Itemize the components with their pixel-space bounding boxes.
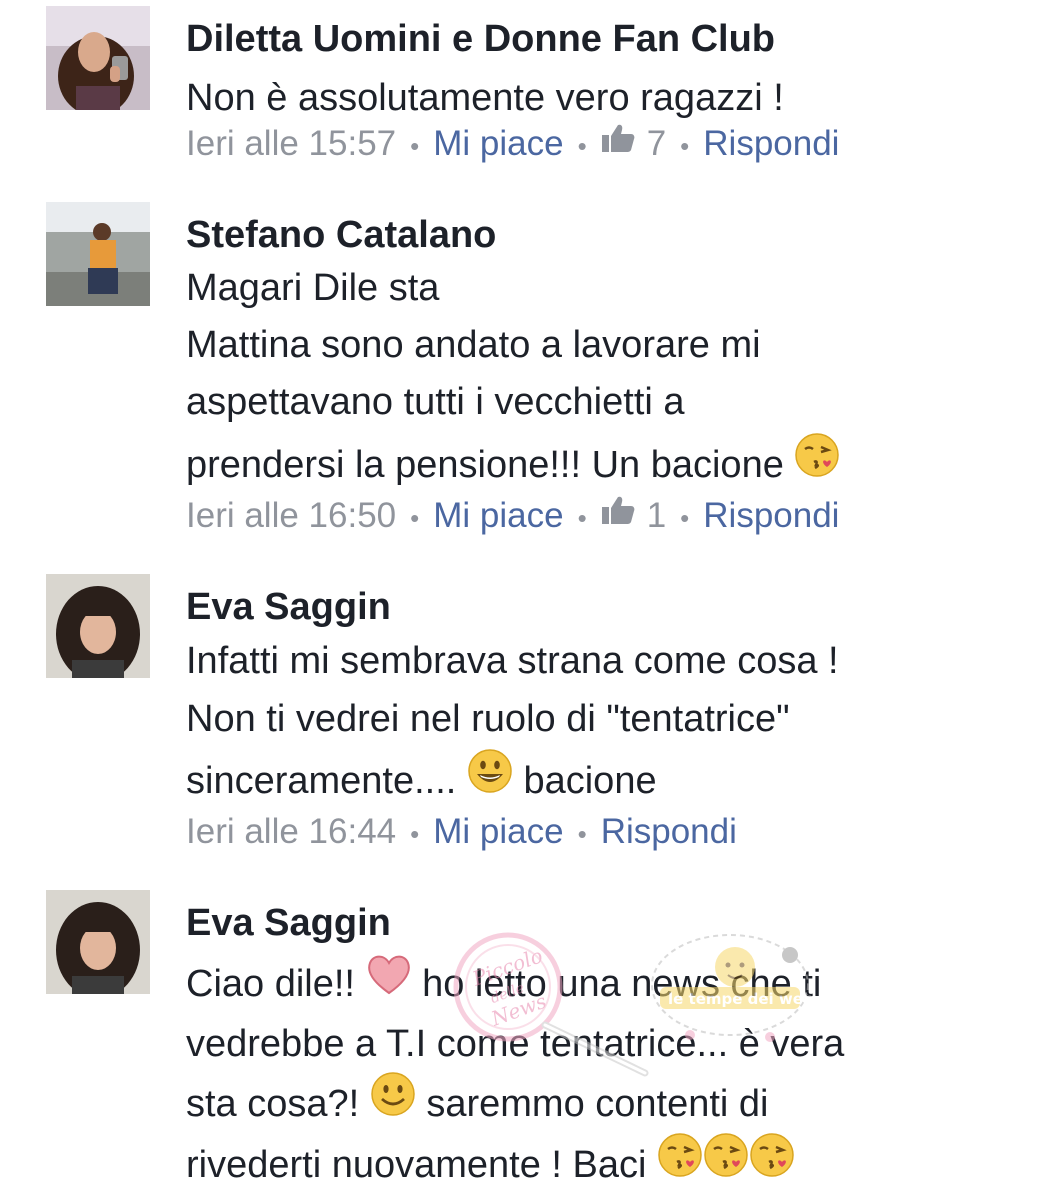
comment-text-line: Infatti mi sembrava strana come cosa ! — [186, 640, 839, 682]
reply-button[interactable]: Rispondi — [703, 496, 839, 535]
comment-actions: Ieri alle 16:50 • Mi piace • 1 • Rispondi — [186, 494, 839, 540]
grinning-face-icon — [467, 748, 513, 811]
comment-author[interactable]: Eva Saggin — [186, 584, 391, 630]
comment-text-line: rivederti nuovamente ! Baci — [186, 1132, 1006, 1196]
comment-text-line: Mattina sono andato a lavorare mi — [186, 324, 761, 366]
comment-author[interactable]: Eva Saggin — [186, 900, 391, 946]
comment-text-line: sinceramente.... bacione — [186, 749, 1006, 811]
like-button[interactable]: Mi piace — [433, 812, 563, 851]
comment-text-line: sta cosa?! saremmo contenti di — [186, 1071, 1006, 1135]
profile-photo-icon — [46, 890, 150, 994]
comment-text-line: aspettavano tutti i vecchietti a — [186, 381, 685, 423]
kiss-face-icon — [703, 1132, 749, 1196]
comment-text-fragment: bacione — [523, 760, 657, 802]
comment-text-fragment: saremmo contenti di — [426, 1083, 769, 1125]
separator-dot: • — [410, 818, 420, 849]
separator-dot: • — [577, 502, 587, 533]
comment-text-line: vedrebbe a T.I come tentatrice... è vera — [186, 1023, 845, 1065]
comment-text: Magari Dile sta Mattina sono andato a la… — [186, 260, 1006, 495]
kiss-face-icon — [749, 1132, 795, 1196]
comment-text-fragment: ho letto una news che ti — [422, 963, 822, 1005]
timestamp[interactable]: Ieri alle 15:57 — [186, 124, 396, 163]
kiss-face-icon — [657, 1132, 703, 1196]
avatar[interactable] — [46, 574, 150, 678]
separator-dot: • — [577, 818, 587, 849]
comment-text-line: Non ti vedrei nel ruolo di "tentatrice" — [186, 698, 790, 740]
kiss-face-icon — [794, 432, 840, 495]
comment-text-fragment: rivederti nuovamente ! Baci — [186, 1143, 647, 1186]
reply-button[interactable]: Rispondi — [601, 812, 737, 851]
timestamp[interactable]: Ieri alle 16:44 — [186, 812, 396, 851]
comment-text-line: Ciao dile!! ho letto una news che ti — [186, 954, 1006, 1014]
separator-dot: • — [410, 502, 420, 533]
comment-text-line: Non è assolutamente vero ragazzi ! — [186, 77, 784, 119]
smiling-face-icon — [370, 1071, 416, 1135]
avatar[interactable] — [46, 890, 150, 994]
thumbs-up-icon[interactable] — [601, 120, 635, 164]
separator-dot: • — [680, 130, 690, 161]
comment-author[interactable]: Stefano Catalano — [186, 212, 496, 258]
profile-photo-icon — [46, 6, 150, 110]
like-count[interactable]: 1 — [647, 496, 666, 535]
separator-dot: • — [577, 130, 587, 161]
comment-author[interactable]: Diletta Uomini e Donne Fan Club — [186, 16, 775, 62]
like-count[interactable]: 7 — [647, 124, 666, 163]
timestamp[interactable]: Ieri alle 16:50 — [186, 496, 396, 535]
like-button[interactable]: Mi piace — [433, 124, 563, 163]
comment-text: Non è assolutamente vero ragazzi ! — [186, 70, 1006, 126]
comment-text-line: Magari Dile sta — [186, 267, 440, 309]
comment-text-fragment: sta cosa?! — [186, 1083, 360, 1125]
separator-dot: • — [680, 502, 690, 533]
like-button[interactable]: Mi piace — [433, 496, 563, 535]
separator-dot: • — [410, 130, 420, 161]
comment-text: Infatti mi sembrava strana come cosa ! N… — [186, 632, 1006, 811]
avatar[interactable] — [46, 6, 150, 110]
comment-actions: Ieri alle 16:44 • Mi piace • Rispondi — [186, 810, 737, 856]
comment-text-fragment: sinceramente.... — [186, 760, 457, 802]
reply-button[interactable]: Rispondi — [703, 124, 839, 163]
comment-text-fragment: Ciao dile!! — [186, 963, 355, 1005]
comment-text-line: prendersi la pensione!!! Un bacione — [186, 433, 1006, 495]
thumbs-up-icon[interactable] — [601, 492, 635, 536]
heart-icon — [366, 953, 412, 1013]
avatar[interactable] — [46, 202, 150, 306]
comment-text: Ciao dile!! ho letto una news che ti ved… — [186, 954, 1006, 1196]
profile-photo-icon — [46, 202, 150, 306]
profile-photo-icon — [46, 574, 150, 678]
comment-actions: Ieri alle 15:57 • Mi piace • 7 • Rispondi — [186, 122, 839, 168]
comment-text-fragment: prendersi la pensione!!! Un bacione — [186, 444, 784, 486]
